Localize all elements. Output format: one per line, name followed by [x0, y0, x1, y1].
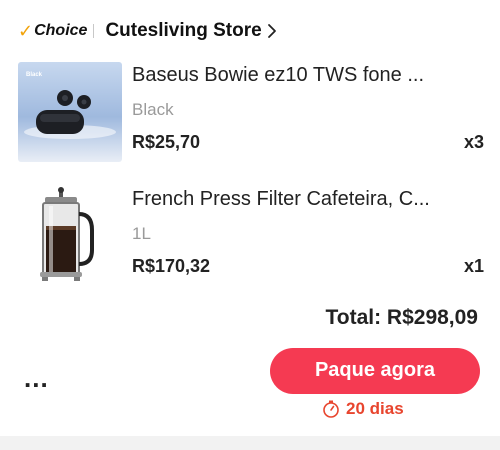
- chevron-right-icon[interactable]: [267, 23, 277, 39]
- more-options-button[interactable]: ...: [24, 365, 49, 391]
- product-quantity: x1: [463, 256, 484, 276]
- order-total: Total: R$298,09: [325, 306, 478, 329]
- store-name[interactable]: Cutesliving Store: [105, 20, 261, 42]
- order-item[interactable]: French Press Filter Cafeteira, C... 1L R…: [18, 186, 484, 286]
- pay-now-label: Paque agora: [314, 359, 436, 381]
- product-title[interactable]: Baseus Bowie ez10 TWS fone ...: [132, 64, 482, 87]
- french-press-product-image[interactable]: [18, 186, 122, 286]
- product-variant: Black: [132, 100, 174, 119]
- divider: [93, 24, 95, 38]
- deadline-label: 20 dias: [346, 399, 404, 418]
- product-variant: 1L: [132, 224, 151, 243]
- order-item[interactable]: Black Baseus Bowie ez10 TWS fone ... Bla…: [18, 62, 484, 162]
- choice-badge: ✓ Choice: [18, 20, 87, 42]
- product-price: R$25,70: [132, 132, 201, 152]
- earbuds-product-image[interactable]: Black: [18, 62, 122, 162]
- product-quantity: x3: [463, 132, 484, 152]
- bottom-divider: [0, 436, 500, 450]
- stopwatch-icon: [322, 400, 340, 418]
- payment-deadline: 20 dias: [322, 399, 404, 419]
- product-price: R$170,32: [132, 256, 211, 276]
- store-header[interactable]: ✓ Choice Cutesliving Store: [18, 14, 277, 48]
- checkmark-icon: ✓: [18, 21, 34, 41]
- product-title[interactable]: French Press Filter Cafeteira, C...: [132, 188, 482, 211]
- choice-label: Choice: [34, 22, 88, 39]
- pay-now-button[interactable]: Paque agora: [270, 348, 480, 394]
